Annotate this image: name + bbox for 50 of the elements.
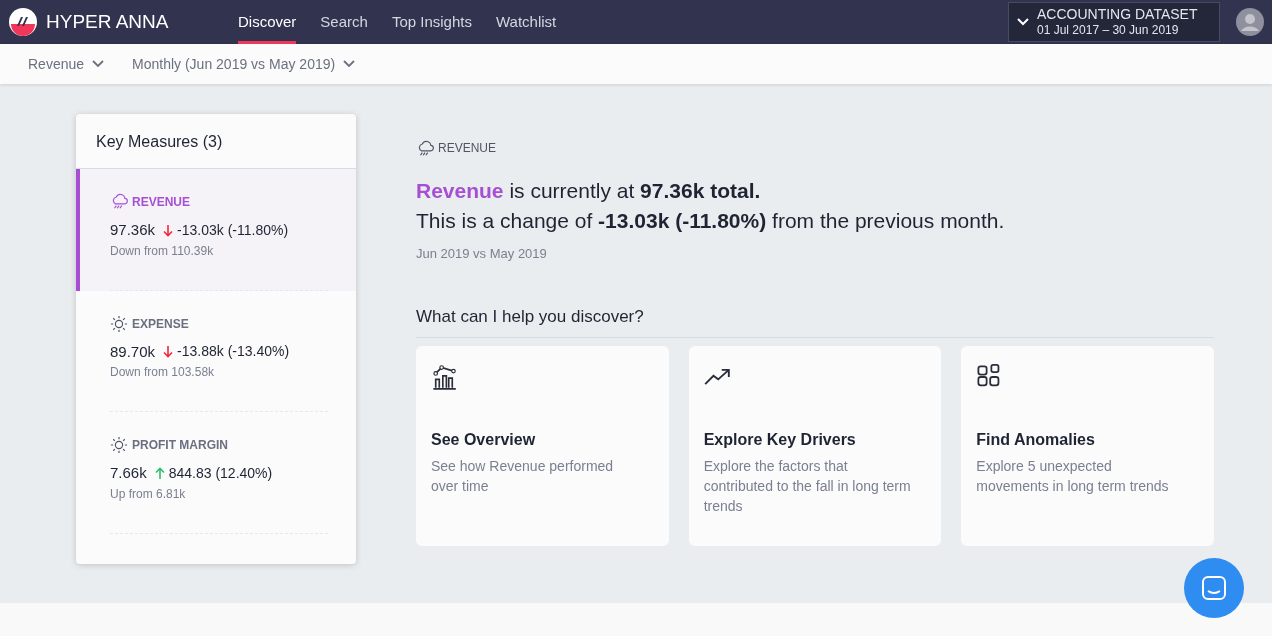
chevron-icon [1017,18,1029,26]
card-title: Explore Key Drivers [703,430,857,450]
measure-item[interactable]: PROFIT MARGIN 7.66k 844.83 (12.40%) Up from 6.81k [76,412,356,534]
dataset-selector[interactable]: ACCOUNTING DATASET 01 Jul 2017 – 30 Jun 2019 [1008,2,1220,42]
measure-item[interactable]: EXPENSE 89.70k -13.88k (-13.40%) Down from 103.58k [76,290,356,412]
card-title: See Overview [431,430,537,450]
card-description: Explore the factors that contributed to the fall in long term trends [703,457,912,516]
dataset-date-range: 01 Jul 2017 – 30 Jun 2019 [1037,22,1180,37]
dataset-title: ACCOUNTING DATASET [1037,7,1198,23]
logo-icon [8,7,38,37]
filter-dropdown[interactable]: Monthly (Jun 2019 vs May 2019) [126,52,362,76]
measure-value: 7.66k [110,463,147,483]
measure-note: Down from 103.58k [110,364,216,381]
action-card[interactable]: Explore Key Drivers Explore the factors that contributed to the fall in long term trends [688,346,942,546]
measure-change: -13.03k (-11.80%) [177,220,289,240]
chart-icon [431,364,457,390]
brand-name: HYPER ANNA [46,9,169,34]
nav-tab[interactable]: Top Insights [391,0,472,44]
filter-dropdown[interactable]: Revenue [22,52,111,76]
measure-note: Down from 110.39k [110,242,215,260]
measure-item[interactable]: REVENUE 97.36k -13.03k (-11.80%) Down from 110.39k [76,169,356,291]
nav-tab[interactable]: Watchlist [495,0,557,44]
measure-name: PROFIT MARGIN [132,437,228,454]
measure-change: 844.83 (12.40%) [168,463,273,483]
measure-value: 89.70k [110,341,156,362]
rain-cloud-icon [110,193,128,211]
action-card[interactable]: Find Anomalies Explore 5 unexpected movements in long term trends [961,346,1214,546]
sun-icon [110,436,128,454]
measure-change: -13.88k (-13.40%) [177,342,290,362]
insight-sentence: This is a change of -13.03k (-11.80%) from the previous month. [416,208,1006,234]
measure-note: Up from 6.81k [110,485,187,503]
card-description: See how Revenue performed over time [431,457,615,496]
section-heading: What can I help you discover? [416,303,1214,338]
rain-cloud-icon [416,139,434,158]
card-title: Find Anomalies [976,430,1096,450]
measure-name: EXPENSE [132,315,189,333]
period-label: Jun 2019 vs May 2019 [416,245,548,263]
sun-icon [110,314,128,333]
avatar-icon[interactable] [1236,8,1264,36]
measure-label: REVENUE [438,140,496,157]
action-card[interactable]: See Overview See how Revenue performed over time [416,346,669,546]
chat-icon [1201,575,1227,601]
insight-sentence: Revenue is currently at 97.36k total. [416,178,762,204]
chevron-icon [343,60,356,68]
measure-value: 97.36k [110,220,156,240]
measure-name: REVENUE [132,194,190,211]
card-description: Explore 5 unexpected movements in long term trends [976,457,1170,496]
chat-button[interactable] [1184,558,1244,618]
chevron-icon [92,60,105,68]
nav-tab[interactable]: Search [320,0,368,44]
